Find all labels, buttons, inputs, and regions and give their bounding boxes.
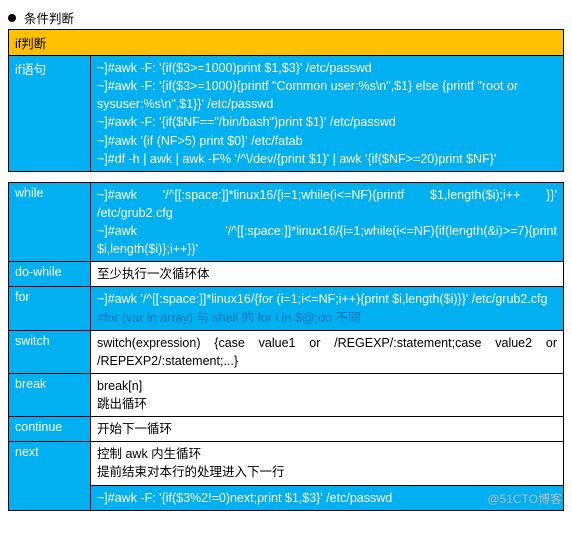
continue-label: continue	[9, 417, 91, 442]
row-while: while ~]#awk '/^[[:space:]]*linux16/{i=1…	[9, 182, 564, 262]
dowhile-label: do-while	[9, 262, 91, 287]
code-line: ~]#awk -F: '{if($NF=="/bin/bash")print $…	[97, 113, 557, 131]
code-line: ~]#awk '/^[[:space:]]*linux16/{i=1;while…	[97, 186, 557, 222]
row-next-1: next 控制 awk 内生循环 提前结束对本行的处理进入下一行	[9, 442, 564, 485]
row-continue: continue 开始下一循环	[9, 417, 564, 442]
row-dowhile: do-while 至少执行一次循环体	[9, 262, 564, 287]
switch-label: switch	[9, 330, 91, 373]
for-body: ~]#awk '/^[[:space:]]*linux16/{for (i=1;…	[91, 287, 564, 330]
code-line: switch(expression) {case value1 or /REGE…	[97, 334, 557, 370]
code-line: ~]#awk '/^[[:space:]]*linux16/{for (i=1;…	[97, 290, 557, 308]
table-if: if判断 if语句 ~]#awk -F: '{if($3>=1000)print…	[8, 29, 564, 172]
text-line: 跳出循环	[97, 395, 557, 413]
break-label: break	[9, 373, 91, 416]
row-for: for ~]#awk '/^[[:space:]]*linux16/{for (…	[9, 287, 564, 330]
switch-body: switch(expression) {case value1 or /REGE…	[91, 330, 564, 373]
for-label: for	[9, 287, 91, 330]
heading-text: 条件判断	[24, 8, 74, 27]
text-line: 至少执行一次循环体	[97, 265, 557, 283]
text-line: 提前结束对本行的处理进入下一行	[97, 463, 557, 481]
dowhile-body: 至少执行一次循环体	[91, 262, 564, 287]
next-code: ~]#awk -F: '{if($3%2!=0)next;print $1,$3…	[91, 485, 564, 510]
code-line: ~]#awk '{if (NF>5) print $0}' /etc/fatab	[97, 132, 557, 150]
next-label: next	[9, 442, 91, 510]
for-note: #for (var in array) 与 shell 的 for i in $…	[97, 309, 557, 327]
table-loops: while ~]#awk '/^[[:space:]]*linux16/{i=1…	[8, 182, 564, 511]
next-body: 控制 awk 内生循环 提前结束对本行的处理进入下一行	[91, 442, 564, 485]
section-heading: 条件判断	[8, 8, 564, 27]
text-line: 开始下一循环	[97, 420, 557, 438]
row-switch: switch switch(expression) {case value1 o…	[9, 330, 564, 373]
if-body: ~]#awk -F: '{if($3>=1000)print $1,$3}' /…	[91, 56, 564, 172]
row-next-2: ~]#awk -F: '{if($3%2!=0)next;print $1,$3…	[9, 485, 564, 510]
code-line: ~]#awk '/^[[:space:]]*linux16/{i=1;while…	[97, 222, 557, 258]
code-line: ~]#awk -F: '{if($3>=1000)print $1,$3}' /…	[97, 59, 557, 77]
code-line: break[n]	[97, 377, 557, 395]
code-line: ~]#df -h | awk | awk -F% '/^\/dev/{print…	[97, 150, 557, 168]
code-line: ~]#awk -F: '{if($3%2!=0)next;print $1,$3…	[97, 489, 557, 507]
while-body: ~]#awk '/^[[:space:]]*linux16/{i=1;while…	[91, 182, 564, 262]
row-break: break break[n] 跳出循环	[9, 373, 564, 416]
while-label: while	[9, 182, 91, 262]
break-body: break[n] 跳出循环	[91, 373, 564, 416]
if-header: if判断	[9, 30, 564, 56]
if-label: if语句	[9, 56, 91, 172]
bullet-icon	[8, 14, 16, 22]
code-line: ~]#awk -F: '{if($3>=1000){printf "Common…	[97, 77, 557, 113]
text-line: 控制 awk 内生循环	[97, 445, 557, 463]
continue-body: 开始下一循环	[91, 417, 564, 442]
